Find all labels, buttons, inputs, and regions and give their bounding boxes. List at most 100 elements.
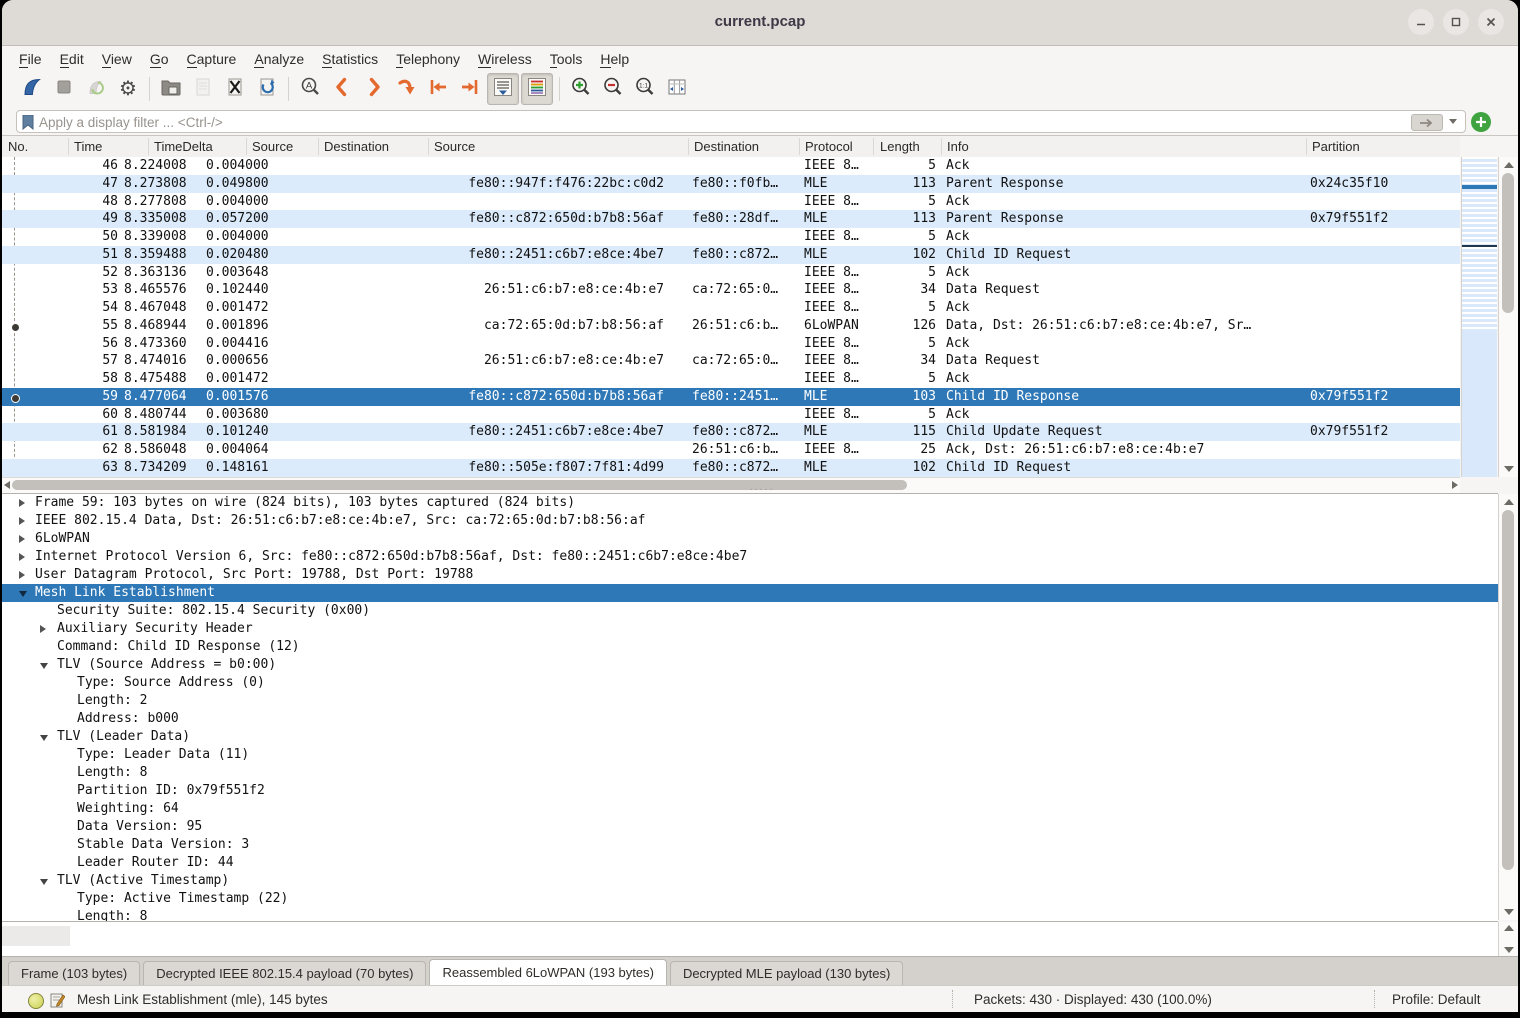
bytes-tab[interactable]: Frame (103 bytes)	[8, 961, 140, 986]
column-header-length[interactable]: Length	[880, 139, 920, 154]
detail-row[interactable]: Type: Leader Data (11)	[2, 746, 1498, 764]
minimize-button[interactable]	[1408, 9, 1434, 35]
go-last-button[interactable]	[455, 74, 485, 104]
packet-row[interactable]: 578.4740160.00065626:51:c6:b7:e8:ce:4b:e…	[2, 352, 1460, 370]
details-scroll-thumb[interactable]	[1502, 510, 1514, 870]
expand-icon[interactable]	[19, 517, 25, 525]
column-header-source[interactable]: Source	[252, 139, 293, 154]
detail-row[interactable]: IEEE 802.15.4 Data, Dst: 26:51:c6:b7:e8:…	[2, 512, 1498, 530]
bytes-scroll-up-arrow[interactable]	[1504, 925, 1514, 931]
bytes-vscrollbar[interactable]	[1498, 922, 1518, 956]
detail-row[interactable]: Data Version: 95	[2, 818, 1498, 836]
menu-tools[interactable]: Tools	[541, 48, 592, 70]
column-separator[interactable]	[246, 138, 247, 155]
title-bar[interactable]: current.pcap	[2, 0, 1518, 46]
detail-row[interactable]: Internet Protocol Version 6, Src: fe80::…	[2, 548, 1498, 566]
reload-file-button[interactable]	[252, 74, 282, 104]
bytes-tab[interactable]: Decrypted MLE payload (130 bytes)	[670, 961, 903, 986]
menu-go[interactable]: Go	[141, 48, 178, 70]
collapse-icon[interactable]	[40, 735, 48, 741]
details-vscrollbar[interactable]	[1498, 494, 1518, 920]
detail-row[interactable]: Security Suite: 802.15.4 Security (0x00)	[2, 602, 1498, 620]
packet-list[interactable]: 468.2240080.004000IEEE 8…5Ack478.2738080…	[2, 157, 1460, 477]
packet-list-header[interactable]: No.TimeTimeDeltaSourceDestinationSourceD…	[2, 136, 1460, 158]
column-separator[interactable]	[799, 138, 800, 155]
go-to-packet-button[interactable]	[391, 74, 421, 104]
packet-row[interactable]: 488.2778080.004000IEEE 8…5Ack	[2, 193, 1460, 211]
collapse-icon[interactable]	[40, 663, 48, 669]
column-separator[interactable]	[318, 138, 319, 155]
apply-filter-button[interactable]	[1411, 114, 1443, 131]
scroll-right-arrow[interactable]	[1452, 481, 1458, 489]
menu-help[interactable]: Help	[591, 48, 638, 70]
detail-row[interactable]: Address: b000	[2, 710, 1498, 728]
detail-row[interactable]: Type: Active Timestamp (22)	[2, 890, 1498, 908]
column-separator[interactable]	[873, 138, 874, 155]
packet-bytes-pane[interactable]: 0030 00 15 0d 00 00 00 00 00 00 00 01 75…	[2, 921, 1498, 957]
details-scroll-down-arrow[interactable]	[1504, 909, 1514, 915]
restart-capture-button[interactable]	[81, 74, 111, 104]
menu-edit[interactable]: Edit	[51, 48, 93, 70]
go-first-button[interactable]	[423, 74, 453, 104]
menu-capture[interactable]: Capture	[178, 48, 246, 70]
start-capture-button[interactable]	[17, 74, 47, 104]
zoom-in-button[interactable]	[566, 74, 596, 104]
detail-row[interactable]: Command: Child ID Response (12)	[2, 638, 1498, 656]
packet-row[interactable]: 528.3631360.003648IEEE 8…5Ack	[2, 264, 1460, 282]
display-filter-input[interactable]: Apply a display filter ... <Ctrl-/>	[16, 110, 1466, 133]
expand-icon[interactable]	[19, 499, 25, 507]
packet-row[interactable]: 608.4807440.003680IEEE 8…5Ack	[2, 406, 1460, 424]
capture-options-button[interactable]: ⚙	[113, 74, 143, 104]
expand-icon[interactable]	[19, 535, 25, 543]
menu-analyze[interactable]: Analyze	[245, 48, 313, 70]
column-header-source[interactable]: Source	[434, 139, 475, 154]
resize-columns-button[interactable]	[662, 74, 692, 104]
column-header-timedelta[interactable]: TimeDelta	[154, 139, 213, 154]
maximize-button[interactable]	[1443, 9, 1469, 35]
collapse-icon[interactable]	[19, 591, 27, 597]
auto-scroll-button[interactable]	[487, 73, 519, 105]
column-separator[interactable]	[1306, 138, 1307, 155]
detail-row[interactable]: TLV (Source Address = b0:00)	[2, 656, 1498, 674]
column-header-destination[interactable]: Destination	[694, 139, 759, 154]
packet-row[interactable]: 618.5819840.101240fe80::2451:c6b7:e8ce:4…	[2, 423, 1460, 441]
column-separator[interactable]	[428, 138, 429, 155]
detail-row[interactable]: Leader Router ID: 44	[2, 854, 1498, 872]
packet-row[interactable]: 628.5860480.00406426:51:c6:b…IEEE 8…25Ac…	[2, 441, 1460, 459]
detail-row[interactable]: Stable Data Version: 3	[2, 836, 1498, 854]
menu-file[interactable]: File	[10, 48, 51, 70]
details-scroll-up-arrow[interactable]	[1504, 499, 1514, 505]
column-separator[interactable]	[68, 138, 69, 155]
packet-row[interactable]: 568.4733600.004416IEEE 8…5Ack	[2, 335, 1460, 353]
column-separator[interactable]	[941, 138, 942, 155]
pane-splitter-grip[interactable]: ·····	[728, 488, 796, 492]
packet-row[interactable]: 558.4689440.001896ca:72:65:0d:b7:b8:56:a…	[2, 317, 1460, 335]
column-separator[interactable]	[148, 138, 149, 155]
add-filter-button[interactable]	[1471, 112, 1491, 132]
status-profile[interactable]: Profile: Default	[1392, 992, 1481, 1007]
collapse-icon[interactable]	[40, 879, 48, 885]
detail-row[interactable]: Partition ID: 0x79f551f2	[2, 782, 1498, 800]
hex-row[interactable]: 0030 00 15 0d 00 00 00 00 00 00 00 01 75…	[2, 926, 1498, 946]
bytes-scroll-down-arrow[interactable]	[1504, 947, 1514, 953]
bytes-tab[interactable]: Decrypted IEEE 802.15.4 payload (70 byte…	[143, 961, 426, 986]
scroll-left-arrow[interactable]	[4, 481, 10, 489]
menu-telephony[interactable]: Telephony	[387, 48, 469, 70]
scroll-down-arrow[interactable]	[1504, 466, 1514, 472]
save-file-button[interactable]	[188, 74, 218, 104]
packet-row[interactable]: 598.4770640.001576fe80::c872:650d:b7b8:5…	[2, 388, 1460, 406]
zoom-original-button[interactable]: 1:1	[630, 74, 660, 104]
expand-icon[interactable]	[19, 571, 25, 579]
zoom-out-button[interactable]	[598, 74, 628, 104]
column-header-protocol[interactable]: Protocol	[805, 139, 853, 154]
packet-row[interactable]: 478.2738080.049800fe80::947f:f476:22bc:c…	[2, 175, 1460, 193]
detail-row[interactable]: Length: 2	[2, 692, 1498, 710]
packet-row[interactable]: 498.3350080.057200fe80::c872:650d:b7b8:5…	[2, 210, 1460, 228]
detail-row[interactable]: Type: Source Address (0)	[2, 674, 1498, 692]
menu-statistics[interactable]: Statistics	[313, 48, 387, 70]
packet-details-pane[interactable]: Frame 59: 103 bytes on wire (824 bits), …	[2, 493, 1498, 921]
go-forward-button[interactable]	[359, 74, 389, 104]
capture-comment-icon[interactable]	[50, 992, 65, 1008]
bytes-tab[interactable]: Reassembled 6LoWPAN (193 bytes)	[429, 959, 666, 986]
open-file-button[interactable]	[156, 74, 186, 104]
